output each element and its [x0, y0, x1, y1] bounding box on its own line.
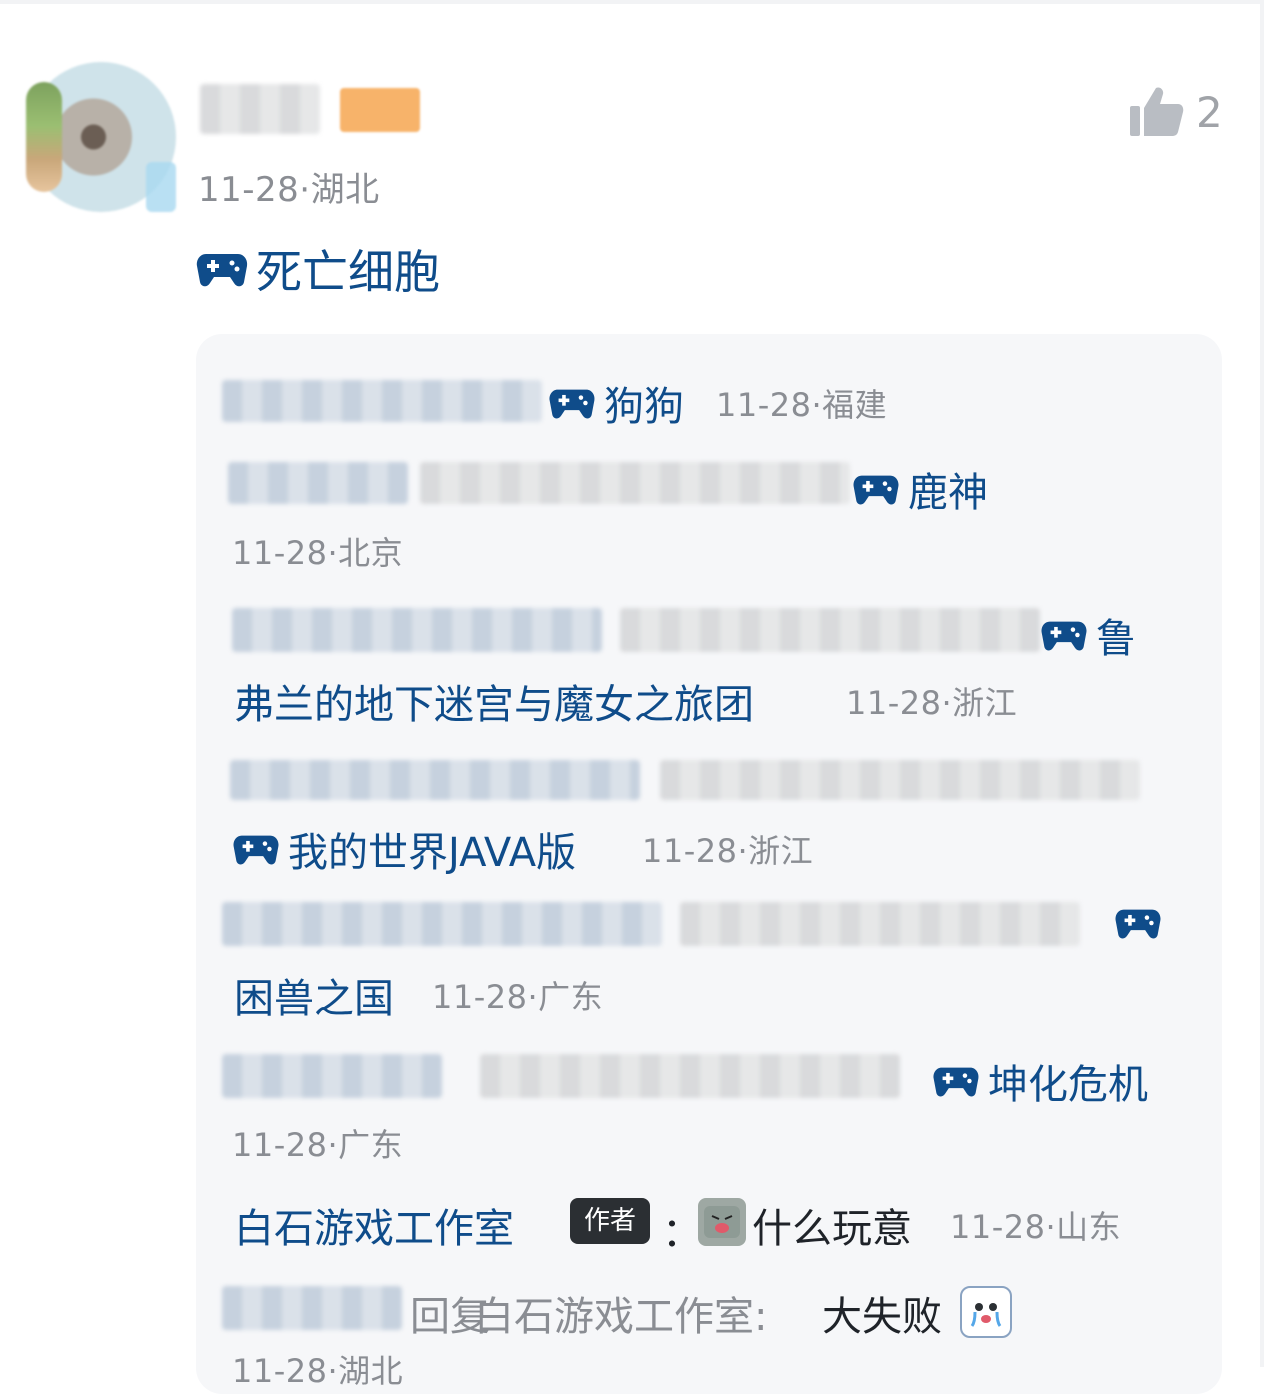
gamepad-icon	[853, 475, 899, 505]
reply-1-redacted-text	[222, 380, 542, 422]
reply-7-meta: 11-28·山东	[950, 1208, 1122, 1246]
user-level-badge-redacted	[340, 88, 420, 132]
reply-1-meta: 11-28·福建	[716, 386, 888, 424]
gamepad-icon	[1041, 621, 1087, 651]
reply-7-author-name[interactable]: 白石游戏工作室	[234, 1196, 514, 1254]
comment-meta: 11-28·湖北	[198, 170, 380, 210]
gamepad-icon	[233, 835, 279, 865]
reply-5-game-tag[interactable]	[1114, 906, 1170, 940]
reply-5-redacted-user	[222, 902, 662, 946]
thumbs-up-icon[interactable]	[1128, 84, 1184, 140]
comment-game-name: 死亡细胞	[256, 245, 440, 299]
reply-5-redacted-text	[680, 902, 1080, 946]
reply-2-redacted-user	[228, 462, 408, 504]
reply-3-redacted-text	[620, 608, 1040, 652]
reply-4-redacted-text	[660, 760, 1140, 800]
username-redacted[interactable]	[200, 84, 320, 134]
reply-8-redacted-user	[222, 1286, 402, 1330]
gamepad-icon	[549, 389, 595, 419]
reply-5-meta: 11-28·广东	[432, 978, 604, 1016]
reply-3-game-tag[interactable]: 鲁	[1040, 606, 1136, 664]
reply-3-game-name-part2[interactable]: 弗兰的地下迷宫与魔女之旅团	[234, 672, 754, 730]
reply-6-redacted-user	[222, 1054, 442, 1098]
author-badge: 作者	[570, 1198, 651, 1244]
reply-4-game-name: 我的世界JAVA版	[288, 830, 577, 876]
reply-4-game-tag[interactable]: 我的世界JAVA版	[232, 820, 576, 878]
comment-date: 11-28	[198, 170, 300, 210]
reply-7-separator: ：	[662, 1210, 702, 1256]
reply-2-game-tag[interactable]: 鹿神	[852, 460, 988, 518]
reply-3-redacted-user	[232, 608, 602, 652]
gamepad-icon	[196, 254, 248, 287]
reply-4-meta: 11-28·浙江	[642, 832, 814, 870]
reply-5-game-name[interactable]: 困兽之国	[234, 966, 394, 1024]
reply-3-meta: 11-28·浙江	[846, 684, 1018, 722]
reply-2-redacted-text	[420, 462, 850, 504]
reply-8-meta: 11-28·湖北	[232, 1352, 404, 1390]
reply-6-meta: 11-28·广东	[232, 1126, 404, 1164]
crying-face-icon-graphic	[970, 1303, 1002, 1327]
right-edge	[1260, 0, 1264, 1367]
angry-sticker-icon-graphic	[704, 1206, 740, 1238]
reply-3-game-name-part1: 鲁	[1096, 616, 1136, 662]
reply-4-redacted-user	[230, 760, 640, 800]
reply-8-text: 大失败	[822, 1294, 942, 1340]
comment-game-tag[interactable]: 死亡细胞	[196, 236, 440, 302]
reply-1-game-tag[interactable]: 狗狗	[548, 374, 684, 432]
reply-7-text: 什么玩意	[752, 1206, 912, 1252]
reply-1-game-name: 狗狗	[604, 384, 684, 430]
reply-6-game-name: 坤化危机	[988, 1062, 1148, 1108]
angry-sticker-icon	[698, 1198, 746, 1246]
reply-2-meta: 11-28·北京	[232, 534, 404, 572]
gamepad-icon	[1115, 909, 1161, 939]
reply-2-game-name: 鹿神	[908, 470, 988, 516]
avatar[interactable]	[26, 62, 176, 212]
comment-location: 湖北	[310, 170, 380, 210]
like-count: 2	[1196, 88, 1223, 137]
gamepad-icon	[933, 1067, 979, 1097]
top-divider	[0, 0, 1264, 4]
reply-6-redacted-text	[480, 1054, 900, 1098]
reply-6-game-tag[interactable]: 坤化危机	[932, 1052, 1148, 1110]
reply-8-reply-to[interactable]: 白石游戏工作室:	[474, 1284, 767, 1342]
crying-face-icon	[960, 1286, 1012, 1338]
